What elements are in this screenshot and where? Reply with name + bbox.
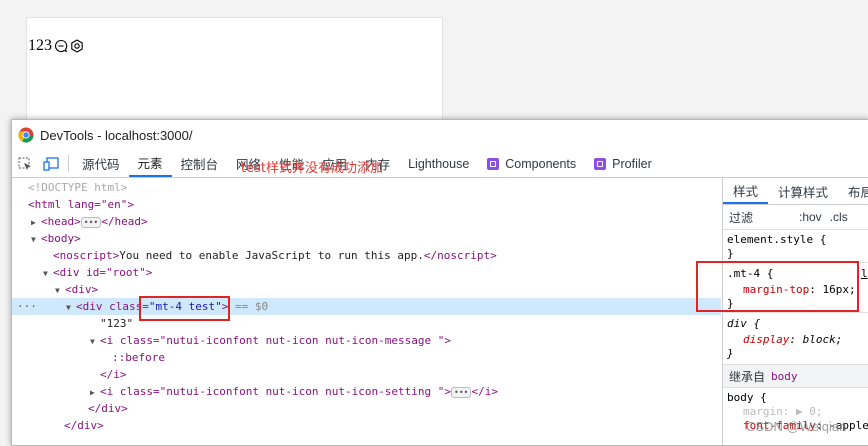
- body-prop-1: margin: [743, 405, 783, 418]
- tab-lighthouse[interactable]: Lighthouse: [399, 150, 478, 177]
- page-text: 123: [28, 37, 52, 54]
- tab-computed[interactable]: 计算样式: [768, 178, 838, 204]
- watermark: CSDN @Weiqian: [746, 419, 847, 434]
- message-icon: [55, 39, 68, 53]
- collapse-arrow-icon[interactable]: ▼: [90, 333, 100, 350]
- collapsed-ellipsis-icon[interactable]: •••: [451, 386, 472, 398]
- collapse-arrow-icon[interactable]: ▼: [66, 299, 76, 316]
- tab-profiler[interactable]: Profiler: [585, 150, 661, 177]
- expand-arrow-icon[interactable]: ▶: [90, 384, 100, 401]
- tab-styles[interactable]: 样式: [723, 178, 769, 204]
- collapsed-ellipsis-icon[interactable]: •••: [80, 216, 102, 228]
- i-close-tag: </i>: [100, 368, 127, 381]
- rule-divider: [723, 312, 868, 313]
- page-content: 123: [28, 37, 84, 55]
- tab-elements[interactable]: 元素: [128, 150, 172, 177]
- highlight-box-style-rule: [696, 261, 859, 312]
- dom-i-close[interactable]: </i>: [100, 366, 721, 383]
- selected-div-open: <div class=: [76, 300, 149, 313]
- hov-toggle[interactable]: :hov: [799, 210, 822, 224]
- doctype-text: <!DOCTYPE html>: [28, 181, 128, 194]
- dom-doctype[interactable]: <!DOCTYPE html>: [28, 179, 721, 196]
- tab-separator: [68, 155, 69, 172]
- chrome-logo-icon: [18, 127, 34, 143]
- tab-console[interactable]: 控制台: [172, 150, 228, 177]
- setting-icon: [71, 39, 83, 53]
- devtools-tabbar: 源代码 元素 控制台 网络 性能 应用 内存 Lighthouse Compon…: [12, 150, 868, 178]
- styles-tabbar: 样式 计算样式 布局: [723, 178, 868, 205]
- collapse-arrow-icon[interactable]: ▼: [31, 231, 41, 248]
- before-pseudo: ::before: [112, 351, 165, 364]
- cls-toggle[interactable]: .cls: [830, 210, 848, 224]
- styles-filter-row: 过滤 :hov .cls: [723, 205, 868, 230]
- div-prop: display: [743, 333, 790, 346]
- dom-html[interactable]: <html lang="en">: [28, 196, 721, 213]
- vue-devtools-icon: [594, 157, 607, 170]
- close-brace: }: [727, 247, 734, 260]
- device-toolbar-icon[interactable]: [38, 150, 64, 177]
- element-style-selector[interactable]: element.style {: [727, 232, 826, 248]
- dom-root-div[interactable]: ▼ <div id="root">: [43, 264, 721, 281]
- div-close-tag-2: </div>: [64, 419, 104, 432]
- inspect-element-icon[interactable]: [12, 150, 38, 177]
- tab-components[interactable]: Components: [478, 150, 585, 177]
- dom-div-close-2[interactable]: </div>: [64, 417, 721, 434]
- tab-sources[interactable]: 源代码: [73, 150, 129, 177]
- head-close-tag: </head>: [101, 215, 148, 228]
- inherit-from-link[interactable]: body: [771, 370, 798, 383]
- i-message-tag: <i class="nutui-iconfont nut-icon nut-ic…: [100, 334, 451, 347]
- div-close-tag: </div>: [88, 402, 128, 415]
- dom-i-message[interactable]: ▼ <i class="nutui-iconfont nut-icon nut-i…: [90, 332, 721, 349]
- dom-noscript[interactable]: <noscript>You need to enable JavaScript …: [53, 247, 721, 264]
- noscript-close-tag: </noscript>: [423, 249, 497, 262]
- div-selector[interactable]: div {: [727, 316, 760, 332]
- inherited-from-bar: 继承自 body: [723, 364, 868, 388]
- dom-head[interactable]: ▶ <head> ••• </head>: [31, 213, 721, 230]
- i-setting-close-tag: </i>: [471, 385, 498, 398]
- tab-profiler-label: Profiler: [612, 156, 652, 171]
- div-tag: <div>: [65, 283, 99, 296]
- i-setting-tag: <i class="nutui-iconfont nut-icon nut-ic…: [100, 385, 451, 398]
- mt4-source-link[interactable]: l: [861, 266, 868, 282]
- body-val-1: ▶ 0;: [796, 405, 823, 418]
- dom-i-setting[interactable]: ▶ <i class="nutui-iconfont nut-icon nut-i…: [90, 383, 721, 400]
- vue-devtools-icon: [487, 157, 500, 170]
- html-tag: <html lang="en">: [28, 198, 134, 211]
- root-div-tag: <div id="root">: [53, 266, 153, 279]
- more-options-icon[interactable]: ···: [17, 298, 37, 315]
- head-tag: <head>: [41, 215, 81, 228]
- dom-div-close[interactable]: </div>: [88, 400, 721, 417]
- selected-marker: == $0: [234, 300, 269, 313]
- div-declaration: display: block;: [743, 333, 843, 346]
- noscript-tag: <noscript>: [53, 249, 120, 262]
- annotation-text: test样式并没有成功添加: [241, 161, 383, 176]
- filter-input[interactable]: 过滤: [729, 209, 793, 226]
- elements-tree: <!DOCTYPE html> <html lang="en"> ▶ <head>…: [12, 178, 721, 445]
- noscript-text: You need to enable JavaScript to run thi…: [119, 249, 424, 262]
- browser-page: 123: [26, 17, 443, 129]
- expand-arrow-icon[interactable]: ▶: [31, 214, 41, 231]
- close-brace: }: [727, 347, 734, 360]
- inherit-label: 继承自: [729, 369, 766, 384]
- tab-components-label: Components: [505, 156, 577, 171]
- devtools-titlebar: DevTools - localhost:3000/: [12, 120, 868, 150]
- dom-body[interactable]: ▼ <body>: [31, 230, 721, 247]
- highlight-box-class: [139, 296, 230, 321]
- dom-before[interactable]: ::before: [112, 349, 721, 366]
- collapse-arrow-icon[interactable]: ▼: [43, 265, 53, 282]
- body-tag: <body>: [41, 232, 81, 245]
- dom-selected-div[interactable]: ··· ▼ <div class="mt-4 test"> == $0: [12, 298, 721, 315]
- div-value: block;: [802, 333, 843, 346]
- text-node-value: "123": [100, 317, 134, 330]
- devtools-title: DevTools - localhost:3000/: [40, 127, 193, 143]
- tab-layout[interactable]: 布局: [838, 178, 868, 204]
- collapse-arrow-icon[interactable]: ▼: [55, 282, 65, 299]
